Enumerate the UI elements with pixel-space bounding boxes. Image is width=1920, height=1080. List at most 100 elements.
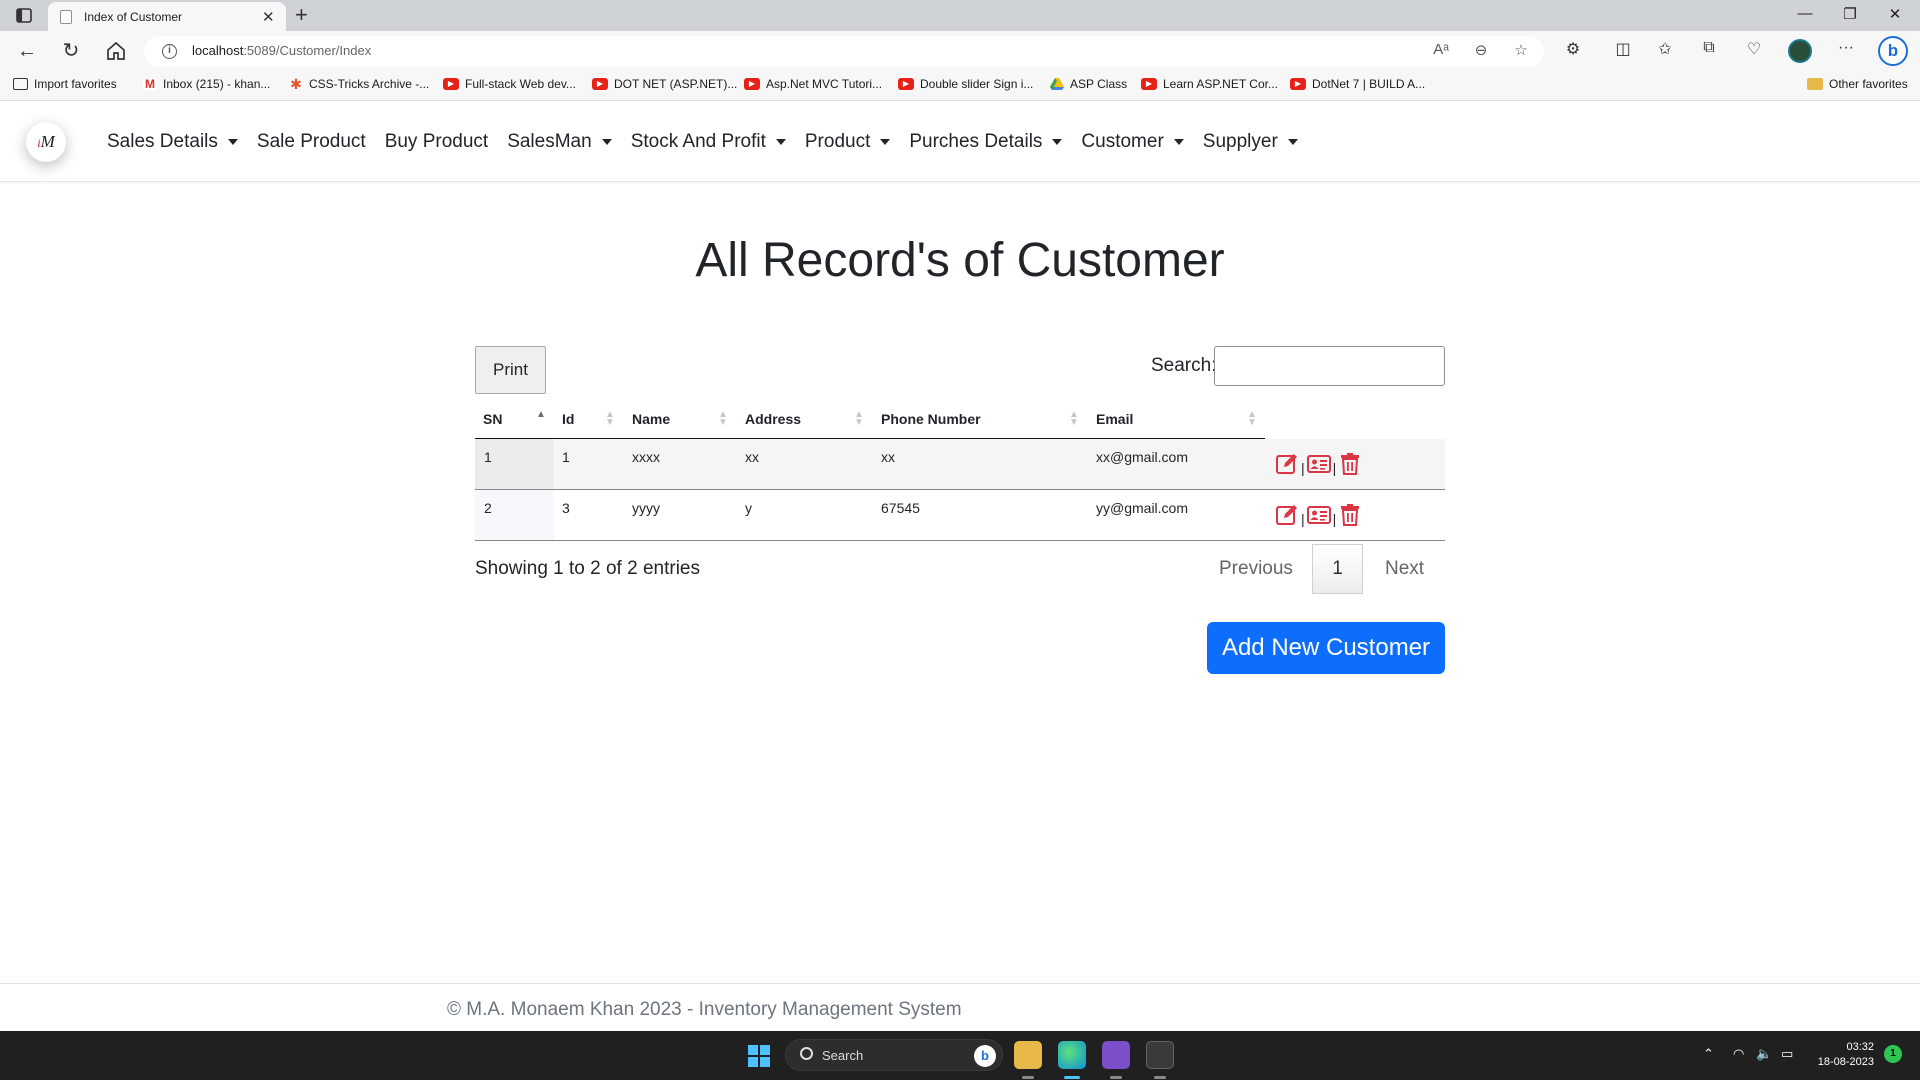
bookmark-learn-aspnet[interactable]: ▶ Learn ASP.NET Cor...	[1141, 77, 1278, 91]
cell-name: xxxx	[632, 449, 660, 465]
pagination-previous[interactable]: Previous	[1219, 558, 1293, 580]
browser-tab[interactable]: Index of Customer ✕	[48, 2, 286, 32]
battery-icon[interactable]: ▭	[1781, 1046, 1793, 1062]
terminal-icon[interactable]	[1146, 1041, 1174, 1069]
collections-icon[interactable]: ⧉	[1697, 39, 1721, 57]
pagination-next[interactable]: Next	[1385, 558, 1424, 580]
column-header-address[interactable]: Address	[745, 411, 801, 427]
details-card-icon[interactable]	[1306, 452, 1331, 476]
running-indicator	[1110, 1076, 1122, 1079]
wifi-icon[interactable]: ◠	[1733, 1046, 1744, 1062]
nav-sales-details[interactable]: Sales Details	[107, 131, 238, 153]
sort-icon[interactable]: ▲ ▼	[605, 410, 615, 428]
sort-icon[interactable]: ▲ ▼	[854, 410, 864, 428]
nav-purches-details[interactable]: Purches Details	[909, 131, 1063, 153]
refresh-icon[interactable]: ↻	[59, 39, 83, 63]
caret-down-icon	[227, 139, 238, 145]
profile-avatar[interactable]	[1788, 39, 1812, 63]
bookmark-full-stack[interactable]: ▶ Full-stack Web dev...	[443, 77, 576, 91]
nav-stock-and-profit[interactable]: Stock And Profit	[631, 131, 786, 153]
site-logo[interactable]: iM	[26, 122, 66, 162]
caret-down-icon	[775, 139, 786, 145]
taskbar-search[interactable]: Search b	[785, 1039, 1003, 1071]
column-header-name[interactable]: Name	[632, 411, 670, 427]
column-header-phone[interactable]: Phone Number	[881, 411, 981, 427]
more-options-icon[interactable]: ···	[1834, 39, 1858, 57]
pagination-page-1[interactable]: 1	[1312, 544, 1363, 594]
cell-email: yy@gmail.com	[1096, 500, 1189, 516]
sort-asc-icon[interactable]: ▲	[536, 410, 546, 420]
bing-icon[interactable]: b	[974, 1045, 996, 1067]
cell-phone: xx	[881, 449, 895, 465]
system-clock[interactable]: 03:32 18-08-2023	[1812, 1040, 1874, 1070]
nav-product[interactable]: Product	[805, 131, 891, 153]
bookmark-double-slider[interactable]: ▶ Double slider Sign i...	[898, 77, 1033, 91]
nav-salesman[interactable]: SalesMan	[507, 131, 612, 153]
tab-actions-icon[interactable]	[12, 7, 36, 25]
url-text[interactable]: localhost:5089/Customer/Index	[192, 43, 371, 58]
details-card-icon[interactable]	[1306, 503, 1331, 527]
delete-icon[interactable]	[1338, 503, 1362, 527]
notification-badge[interactable]: 1	[1884, 1045, 1902, 1063]
bookmark-dot-net[interactable]: ▶ DOT NET (ASP.NET)...	[592, 77, 737, 91]
file-explorer-icon[interactable]	[1014, 1041, 1042, 1069]
address-bar[interactable]: i localhost:5089/Customer/Index Aᵃ ⊖ ☆	[144, 36, 1544, 67]
cell-address: y	[745, 500, 752, 516]
bing-chat-icon[interactable]: b	[1878, 36, 1908, 66]
bookmark-import-favorites[interactable]: Import favorites	[13, 77, 117, 91]
read-aloud-icon[interactable]: Aᵃ	[1430, 41, 1452, 58]
windows-start-icon[interactable]	[748, 1045, 770, 1067]
window-close-icon[interactable]: ✕	[1872, 5, 1918, 23]
caret-down-icon	[1287, 139, 1298, 145]
back-icon[interactable]: ←	[15, 39, 39, 63]
home-icon[interactable]	[104, 39, 128, 63]
bookmark-css-tricks[interactable]: ✱ CSS-Tricks Archive -...	[289, 77, 429, 91]
sort-icon[interactable]: ▲ ▼	[1069, 410, 1079, 428]
sort-icon[interactable]: ▲ ▼	[718, 410, 728, 428]
tab-title: Index of Customer	[84, 10, 183, 24]
print-button[interactable]: Print	[475, 346, 546, 394]
column-header-sn[interactable]: SN	[483, 411, 502, 427]
bookmark-other-favorites[interactable]: Other favorites	[1807, 77, 1908, 91]
youtube-icon: ▶	[744, 78, 760, 90]
volume-muted-icon[interactable]: 🔈	[1756, 1046, 1772, 1062]
youtube-icon: ▶	[1290, 78, 1306, 90]
cell-name: yyyy	[632, 500, 660, 516]
nav-customer[interactable]: Customer	[1081, 131, 1184, 153]
delete-icon[interactable]	[1338, 452, 1362, 476]
add-new-customer-button[interactable]: Add New Customer	[1207, 622, 1445, 674]
browser-essentials-icon[interactable]: ♡	[1742, 39, 1766, 59]
extensions-icon[interactable]: ⚙	[1561, 39, 1585, 59]
bookmark-dotnet7[interactable]: ▶ DotNet 7 | BUILD A...	[1290, 77, 1425, 91]
cell-id: 3	[562, 500, 570, 516]
column-header-email[interactable]: Email	[1096, 411, 1133, 427]
split-screen-icon[interactable]: ◫	[1611, 39, 1635, 59]
nav-supplyer[interactable]: Supplyer	[1203, 131, 1298, 153]
zoom-icon[interactable]: ⊖	[1470, 41, 1492, 59]
favorites-icon[interactable]: ✩	[1653, 39, 1677, 59]
favorite-star-icon[interactable]: ☆	[1510, 41, 1532, 59]
cell-email: xx@gmail.com	[1096, 449, 1189, 465]
minimize-icon[interactable]: —	[1782, 5, 1828, 22]
edit-icon[interactable]	[1275, 503, 1299, 527]
nav-buy-product[interactable]: Buy Product	[385, 131, 489, 153]
restore-icon[interactable]: ❐	[1827, 5, 1873, 23]
cell-phone: 67545	[881, 500, 920, 516]
column-header-id[interactable]: Id	[562, 411, 574, 427]
close-tab-icon[interactable]: ✕	[262, 8, 275, 26]
site-info-icon[interactable]: i	[162, 44, 177, 59]
edge-icon[interactable]	[1058, 1041, 1086, 1069]
nav-sale-product[interactable]: Sale Product	[257, 131, 366, 153]
bookmark-asp-class[interactable]: ASP Class	[1050, 77, 1127, 91]
new-tab-icon[interactable]: +	[295, 3, 308, 27]
youtube-icon: ▶	[898, 78, 914, 90]
visual-studio-icon[interactable]	[1102, 1041, 1130, 1069]
edit-icon[interactable]	[1275, 452, 1299, 476]
bookmark-inbox[interactable]: M Inbox (215) - khan...	[143, 77, 270, 91]
site-footer: © M.A. Monaem Khan 2023 - Inventory Mana…	[0, 983, 1920, 1031]
tray-expand-icon[interactable]: ⌃	[1703, 1046, 1714, 1062]
action-separator: |	[1332, 460, 1337, 476]
sort-icon[interactable]: ▲ ▼	[1247, 410, 1257, 428]
bookmark-aspnet-mvc[interactable]: ▶ Asp.Net MVC Tutori...	[744, 77, 882, 91]
search-input[interactable]	[1214, 346, 1445, 386]
